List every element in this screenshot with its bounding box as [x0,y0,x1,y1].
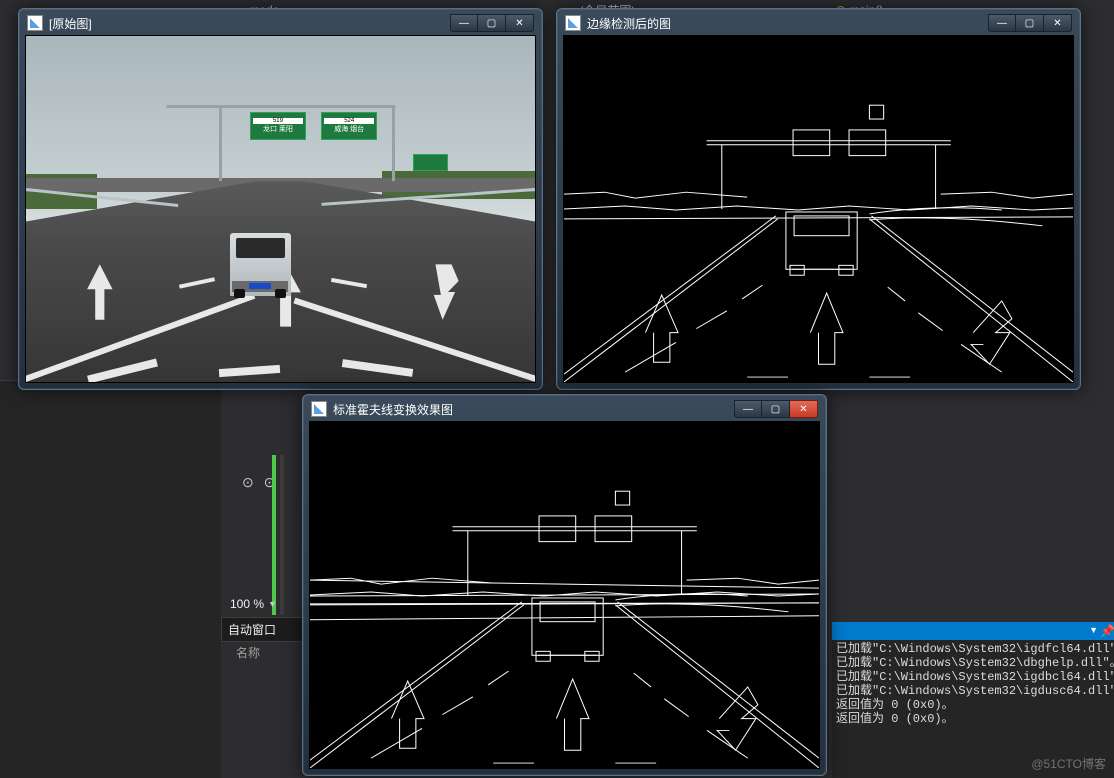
output-line: 已加载"C:\Windows\System32\igdbcl64.dll"。无法 [836,670,1110,684]
output-line: 已加载"C:\Windows\System32\igdusc64.dll"。无法 [836,684,1110,698]
road-sign-right: 524 威海 烟台 [321,112,377,140]
close-button[interactable]: ✕ [790,400,818,418]
output-line: 返回值为 0 (0x0)。 [836,712,1110,726]
app-icon [27,15,43,31]
minimize-button[interactable]: — [734,400,762,418]
close-button[interactable]: ✕ [1044,14,1072,32]
titlebar[interactable]: 标准霍夫线变换效果图 — ▢ ✕ [309,401,820,421]
window-title: [原始图] [49,15,450,32]
window-title: 标准霍夫线变换效果图 [333,401,734,418]
app-icon [311,401,327,417]
image-original: 519 龙口 莱阳 524 威海 烟台 [25,35,536,383]
titlebar[interactable]: 边缘检测后的图 — ▢ ✕ [563,15,1074,35]
window-hough[interactable]: 标准霍夫线变换效果图 — ▢ ✕ [302,394,827,776]
window-title: 边缘检测后的图 [587,15,988,32]
chevron-down-icon: ▼ [268,599,277,609]
maximize-button[interactable]: ▢ [762,400,790,418]
vehicle [230,233,291,295]
road-sign-left: 519 龙口 莱阳 [250,112,306,140]
minimize-button[interactable]: — [450,14,478,32]
close-button[interactable]: ✕ [506,14,534,32]
timeline-track-green [272,455,276,615]
zoom-control[interactable]: 100 % ▼ [230,597,277,611]
image-hough [309,421,820,769]
maximize-button[interactable]: ▢ [478,14,506,32]
column-header-name: 名称 [236,644,260,661]
watermark: @51CTO博客 [1031,755,1106,772]
ide-side-panel [0,380,221,778]
output-line: 返回值为 0 (0x0)。 [836,698,1110,712]
titlebar[interactable]: [原始图] — ▢ ✕ [25,15,536,35]
image-edges [563,35,1074,383]
road-sign-far [413,154,449,171]
zoom-label: 100 % [230,597,264,611]
minimize-button[interactable]: — [988,14,1016,32]
app-icon [565,15,581,31]
maximize-button[interactable]: ▢ [1016,14,1044,32]
window-edges[interactable]: 边缘检测后的图 — ▢ ✕ [556,8,1081,390]
pushpin-icon[interactable]: 📌 [1100,624,1112,636]
output-line: 已加载"C:\Windows\System32\igdfcl64.dll"。无法 [836,642,1110,656]
window-original[interactable]: [原始图] — ▢ ✕ 519 龙口 莱阳 524 威海 烟台 [18,8,543,390]
output-panel-header[interactable]: 📌 [832,622,1114,640]
output-line: 已加载"C:\Windows\System32\dbghelp.dll"。已加载 [836,656,1110,670]
timeline-track-grey [280,455,284,615]
